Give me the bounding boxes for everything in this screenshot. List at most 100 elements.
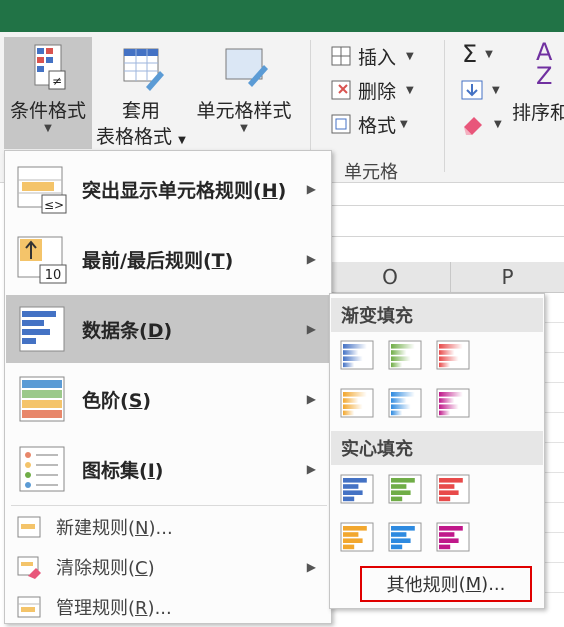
submenu-arrow-icon: ▶ <box>306 322 316 336</box>
data-bar-sample <box>439 404 459 409</box>
insert-label: 插入 <box>358 46 397 69</box>
gradient-purple-data-bar[interactable] <box>436 388 470 418</box>
svg-text:≤>: ≤> <box>44 198 64 212</box>
data-bar-sample <box>391 356 411 361</box>
gradient-green-data-bar[interactable] <box>388 340 422 370</box>
data-bar-sample <box>391 496 403 502</box>
menu-item-data-bars[interactable]: 数据条(D) ▶ <box>6 295 330 363</box>
data-bar-sample <box>439 532 455 537</box>
cells-group-label: 单元格 <box>344 162 398 183</box>
menu-item-manage-rules[interactable]: 管理规则(R)... <box>6 587 330 627</box>
color-scales-icon <box>19 376 65 422</box>
data-bar-sample <box>343 478 367 483</box>
menu-label: 图标集 <box>82 459 140 482</box>
data-bar-sample <box>343 350 359 355</box>
chevron-down-icon: ▼ <box>485 48 493 60</box>
sigma-icon: Σ <box>462 40 478 68</box>
clear-rules-icon <box>17 556 41 579</box>
delete-cells-icon <box>331 80 351 100</box>
more-rules-button[interactable]: 其他规则(M)... <box>360 566 532 602</box>
ellipsis: ... <box>488 573 506 595</box>
chevron-down-icon: ▼ <box>44 123 52 134</box>
format-as-table-label-2: 表格格式 ▼ <box>96 122 186 149</box>
data-bar-sample <box>391 484 407 489</box>
access-key: M <box>465 573 482 595</box>
manage-rules-icon <box>17 596 41 618</box>
data-bar-sample <box>391 392 415 397</box>
cell-styles-button[interactable]: 单元格样式 ▼ <box>190 37 298 134</box>
data-bar-sample <box>439 544 451 550</box>
gradient-red-data-bar[interactable] <box>436 340 470 370</box>
menu-item-highlight-cells-rules[interactable]: ≤> 突出显示单元格规则(H) ▶ <box>6 155 330 223</box>
data-bar-sample <box>439 350 455 355</box>
gradient-fill-header: 渐变填充 <box>331 298 543 332</box>
solid-orange-data-bar[interactable] <box>340 522 374 552</box>
solid-red-data-bar[interactable] <box>436 474 470 504</box>
menu-item-icon-sets[interactable]: 图标集(I) ▶ <box>6 435 330 503</box>
gradient-orange-data-bar[interactable] <box>340 388 374 418</box>
column-header-p[interactable]: P <box>451 262 564 293</box>
eraser-icon <box>464 117 482 135</box>
menu-item-color-scales[interactable]: 色阶(S) ▶ <box>6 365 330 433</box>
gradient-light-blue-data-bar[interactable] <box>388 388 422 418</box>
menu-label: 数据条 <box>82 319 140 342</box>
data-bar-sample <box>343 484 359 489</box>
new-rule-icon <box>17 516 41 538</box>
access-key: D <box>147 319 164 342</box>
data-bar-sample <box>343 532 359 537</box>
data-bar-sample <box>343 410 355 416</box>
chevron-down-icon: ▼ <box>178 135 186 146</box>
menu-item-top-bottom-rules[interactable]: 10 最前/最后规则(T) ▶ <box>6 225 330 293</box>
fill-button[interactable]: ▼ <box>460 76 500 104</box>
gradient-blue-data-bar[interactable] <box>340 340 374 370</box>
clear-button[interactable]: ▼ <box>460 110 502 138</box>
solid-light-blue-data-bar[interactable] <box>388 522 422 552</box>
data-bar-sample <box>439 356 459 361</box>
data-bar-sample <box>391 538 411 543</box>
menu-label: 色阶 <box>82 389 121 412</box>
solid-green-data-bar[interactable] <box>388 474 422 504</box>
data-bar-sample <box>343 362 355 368</box>
solid-purple-data-bar[interactable] <box>436 522 470 552</box>
data-bar-sample <box>391 526 415 531</box>
submenu-arrow-icon: ▶ <box>306 182 316 196</box>
ellipsis: ... <box>155 518 173 539</box>
access-key: R <box>135 598 148 619</box>
chevron-down-icon: ▼ <box>494 118 502 130</box>
data-bar-sample <box>391 350 407 355</box>
ellipsis: ... <box>154 598 172 619</box>
data-bar-sample <box>391 410 403 416</box>
data-bar-sample <box>439 478 463 483</box>
data-bar-sample <box>391 362 403 368</box>
format-button[interactable]: 格式 ▼ <box>330 110 408 138</box>
menu-item-clear-rules[interactable]: 清除规则(C) ▶ <box>6 547 330 587</box>
delete-button[interactable]: 删除 ▼ <box>330 76 414 104</box>
chevron-down-icon: ▼ <box>240 123 248 134</box>
menu-item-new-rule[interactable]: 新建规则(N)... <box>6 507 330 547</box>
access-key: H <box>261 179 278 202</box>
solid-blue-data-bar[interactable] <box>340 474 374 504</box>
sort-filter-label[interactable]: 排序和 <box>512 98 564 125</box>
column-header-o[interactable]: O <box>330 262 451 293</box>
formula-bar[interactable] <box>330 205 564 237</box>
data-bar-sample <box>343 496 355 502</box>
format-as-table-button[interactable]: 套用 <box>100 37 182 123</box>
conditional-formatting-menu: ≤> 突出显示单元格规则(H) ▶ 10 最前/最后规则(T) ▶ 数据条(D)… <box>4 150 332 624</box>
access-key: C <box>135 558 148 579</box>
data-bar-sample <box>391 532 407 537</box>
autosum-button[interactable]: Σ ▼ <box>462 40 493 68</box>
data-bars-submenu: 渐变填充 实心填充 其他规则(M)... <box>329 293 545 609</box>
access-key: N <box>135 518 149 539</box>
access-key: T <box>211 249 225 272</box>
conditional-formatting-button[interactable]: ≠ 条件格式 ▼ <box>4 37 92 149</box>
svg-text:10: 10 <box>45 268 62 283</box>
insert-button[interactable]: 插入 ▼ <box>330 42 414 70</box>
data-bar-sample <box>439 496 451 502</box>
submenu-arrow-icon: ▶ <box>306 560 316 574</box>
data-bar-sample <box>439 410 451 416</box>
menu-separator <box>11 505 327 506</box>
data-bar-sample <box>343 404 363 409</box>
data-bar-sample <box>391 344 415 349</box>
data-bar-sample <box>439 538 459 543</box>
fill-down-icon <box>461 80 483 100</box>
